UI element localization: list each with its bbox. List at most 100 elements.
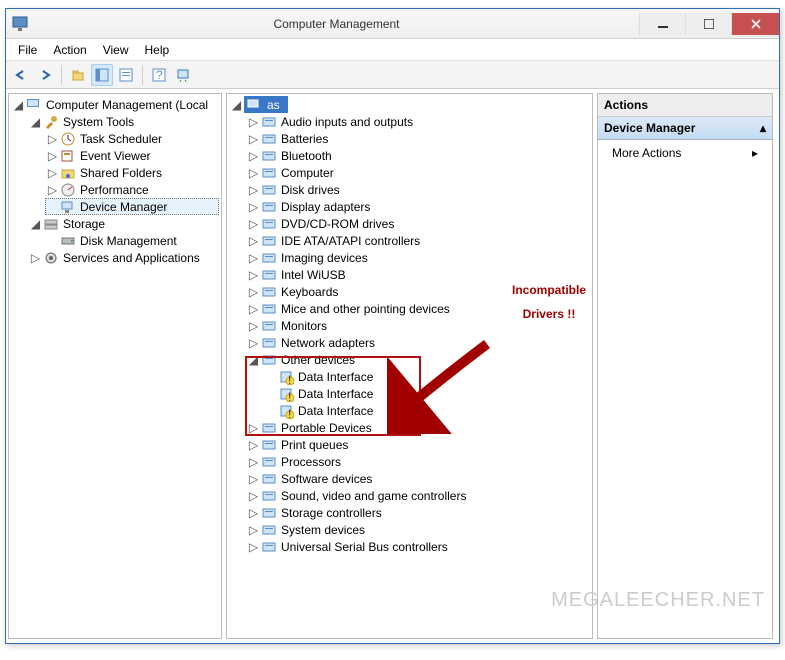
chevron-right-icon[interactable]: ▷ <box>248 422 259 433</box>
device-category[interactable]: Storage controllers <box>279 506 384 520</box>
chevron-right-icon[interactable]: ▷ <box>47 184 58 195</box>
chevron-right-icon[interactable]: ▷ <box>248 303 259 314</box>
category-icon <box>261 505 277 521</box>
up-button[interactable] <box>67 64 89 86</box>
nav-event-viewer[interactable]: Event Viewer <box>78 149 152 163</box>
help-button[interactable]: ? <box>148 64 170 86</box>
category-icon <box>261 216 277 232</box>
chevron-right-icon[interactable]: ▷ <box>248 218 259 229</box>
refresh-button[interactable] <box>172 64 194 86</box>
device-category[interactable]: Software devices <box>279 472 374 486</box>
device-category[interactable]: Computer <box>279 166 336 180</box>
back-button[interactable] <box>10 64 32 86</box>
chevron-down-icon[interactable]: ◢ <box>30 218 41 229</box>
forward-button[interactable] <box>34 64 56 86</box>
disk-icon <box>60 233 76 249</box>
chevron-down-icon[interactable]: ◢ <box>248 354 259 365</box>
device-root[interactable]: as <box>265 98 282 112</box>
svg-text:!: ! <box>288 390 291 402</box>
nav-performance[interactable]: Performance <box>78 183 151 197</box>
nav-root[interactable]: Computer Management (Local <box>44 98 210 112</box>
device-category[interactable]: Print queues <box>279 438 350 452</box>
chevron-right-icon[interactable]: ▷ <box>30 252 41 263</box>
chevron-right-icon[interactable]: ▷ <box>248 184 259 195</box>
chevron-right-icon[interactable]: ▷ <box>248 439 259 450</box>
chevron-right-icon[interactable]: ▷ <box>248 541 259 552</box>
nav-task-scheduler[interactable]: Task Scheduler <box>78 132 164 146</box>
nav-system-tools[interactable]: System Tools <box>61 115 136 129</box>
device-category[interactable]: Display adapters <box>279 200 372 214</box>
chevron-down-icon[interactable]: ◢ <box>30 116 41 127</box>
title-bar[interactable]: Computer Management <box>6 9 779 39</box>
menu-view[interactable]: View <box>95 41 137 59</box>
tools-icon <box>43 114 59 130</box>
device-category[interactable]: Sound, video and game controllers <box>279 489 468 503</box>
device-category[interactable]: Disk drives <box>279 183 342 197</box>
device-category[interactable]: Imaging devices <box>279 251 370 265</box>
chevron-right-icon[interactable]: ▷ <box>248 133 259 144</box>
actions-subheader[interactable]: Device Manager ▴ <box>598 117 772 140</box>
menu-help[interactable]: Help <box>137 41 178 59</box>
menu-file[interactable]: File <box>10 41 45 59</box>
maximize-button[interactable] <box>685 13 731 35</box>
nav-device-manager[interactable]: Device Manager <box>78 200 169 214</box>
chevron-right-icon[interactable]: ▷ <box>248 507 259 518</box>
category-icon <box>261 131 277 147</box>
device-item[interactable]: Data Interface <box>296 370 375 384</box>
device-tree[interactable]: ◢ as ▷ Audio inputs and outputs ▷ Batteries… <box>227 94 592 557</box>
chevron-right-icon[interactable]: ▷ <box>248 269 259 280</box>
minimize-button[interactable] <box>639 13 685 35</box>
device-category[interactable]: Keyboards <box>279 285 340 299</box>
category-icon <box>261 199 277 215</box>
chevron-right-icon[interactable]: ▷ <box>248 150 259 161</box>
device-category[interactable]: Monitors <box>279 319 329 333</box>
chevron-down-icon[interactable]: ◢ <box>13 99 24 110</box>
chevron-right-icon[interactable]: ▷ <box>248 524 259 535</box>
chevron-right-icon[interactable]: ▷ <box>47 133 58 144</box>
close-button[interactable] <box>731 13 779 35</box>
chevron-right-icon[interactable]: ▷ <box>47 167 58 178</box>
device-category[interactable]: Intel WiUSB <box>279 268 348 282</box>
storage-icon <box>43 216 59 232</box>
chevron-right-icon[interactable]: ▷ <box>248 116 259 127</box>
chevron-right-icon[interactable]: ▷ <box>248 456 259 467</box>
category-icon <box>261 522 277 538</box>
device-category[interactable]: Portable Devices <box>279 421 374 435</box>
chevron-right-icon[interactable]: ▷ <box>248 337 259 348</box>
actions-pane: Actions Device Manager ▴ More Actions ▸ <box>597 93 773 639</box>
nav-tree-pane: ◢ Computer Management (Local ◢ System To… <box>8 93 222 639</box>
actions-more[interactable]: More Actions ▸ <box>598 140 772 166</box>
device-category[interactable]: Universal Serial Bus controllers <box>279 540 450 554</box>
device-category[interactable]: Batteries <box>279 132 330 146</box>
device-category-other[interactable]: Other devices <box>279 353 357 367</box>
chevron-right-icon[interactable]: ▷ <box>248 320 259 331</box>
device-category[interactable]: IDE ATA/ATAPI controllers <box>279 234 422 248</box>
chevron-right-icon[interactable]: ▷ <box>248 235 259 246</box>
device-category[interactable]: Network adapters <box>279 336 377 350</box>
menu-bar: File Action View Help <box>6 39 779 61</box>
chevron-down-icon[interactable]: ◢ <box>231 99 242 110</box>
device-category[interactable]: Bluetooth <box>279 149 334 163</box>
properties-button[interactable] <box>115 64 137 86</box>
chevron-right-icon[interactable]: ▷ <box>248 286 259 297</box>
chevron-right-icon[interactable]: ▷ <box>248 167 259 178</box>
chevron-right-icon[interactable]: ▷ <box>47 150 58 161</box>
nav-disk-mgmt[interactable]: Disk Management <box>78 234 179 248</box>
chevron-right-icon[interactable]: ▷ <box>248 201 259 212</box>
device-category[interactable]: Mice and other pointing devices <box>279 302 452 316</box>
device-category[interactable]: System devices <box>279 523 367 537</box>
nav-shared-folders[interactable]: Shared Folders <box>78 166 164 180</box>
chevron-right-icon[interactable]: ▷ <box>248 252 259 263</box>
device-item[interactable]: Data Interface <box>296 387 375 401</box>
chevron-right-icon[interactable]: ▷ <box>248 490 259 501</box>
nav-services-apps[interactable]: Services and Applications <box>61 251 202 265</box>
show-hide-tree-button[interactable] <box>91 64 113 86</box>
chevron-right-icon[interactable]: ▷ <box>248 473 259 484</box>
nav-tree[interactable]: ◢ Computer Management (Local ◢ System To… <box>9 94 221 268</box>
device-category[interactable]: Processors <box>279 455 343 469</box>
device-category[interactable]: DVD/CD-ROM drives <box>279 217 396 231</box>
device-category[interactable]: Audio inputs and outputs <box>279 115 415 129</box>
device-item[interactable]: Data Interface <box>296 404 375 418</box>
nav-storage[interactable]: Storage <box>61 217 107 231</box>
menu-action[interactable]: Action <box>45 41 94 59</box>
